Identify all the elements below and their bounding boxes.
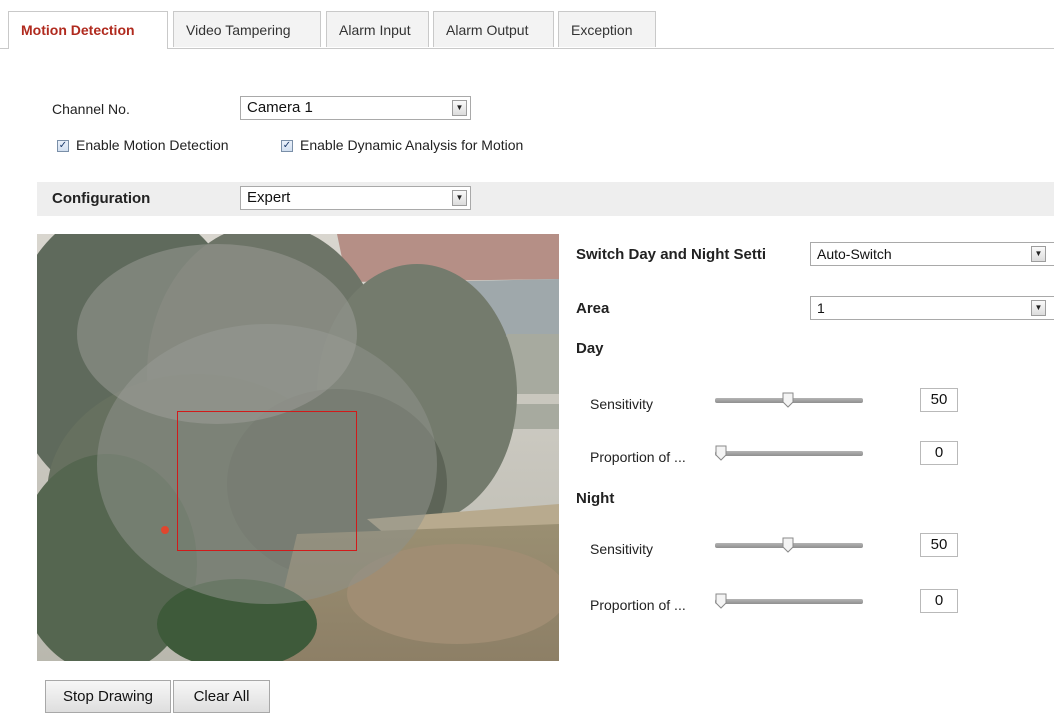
night-sensitivity-slider-thumb[interactable] bbox=[782, 537, 794, 553]
channel-label: Channel No. bbox=[52, 101, 130, 117]
day-proportion-label: Proportion of ... bbox=[590, 449, 686, 465]
night-proportion-label: Proportion of ... bbox=[590, 597, 686, 613]
channel-select-value: Camera 1 bbox=[247, 99, 313, 116]
enable-dynamic-analysis-checkbox[interactable]: ✓ bbox=[281, 140, 293, 152]
night-sensitivity-value[interactable]: 50 bbox=[920, 533, 958, 557]
area-select[interactable]: 1 ▼ bbox=[810, 296, 1054, 320]
enable-motion-checkbox[interactable]: ✓ bbox=[57, 140, 69, 152]
channel-select[interactable]: Camera 1 ▼ bbox=[240, 96, 471, 120]
configuration-label: Configuration bbox=[52, 190, 151, 207]
stop-drawing-button[interactable]: Stop Drawing bbox=[45, 680, 171, 713]
switch-day-night-value: Auto-Switch bbox=[817, 246, 892, 262]
area-select-value: 1 bbox=[817, 300, 825, 316]
night-proportion-slider-thumb[interactable] bbox=[715, 593, 727, 609]
dropdown-arrow-icon[interactable]: ▼ bbox=[452, 190, 467, 206]
night-sensitivity-label: Sensitivity bbox=[590, 541, 654, 557]
night-proportion-slider[interactable] bbox=[715, 599, 863, 604]
clear-all-button[interactable]: Clear All bbox=[173, 680, 270, 713]
configuration-bar bbox=[37, 182, 1054, 216]
day-proportion-value[interactable]: 0 bbox=[920, 441, 958, 465]
day-proportion-slider[interactable] bbox=[715, 451, 863, 456]
dropdown-arrow-icon[interactable]: ▼ bbox=[1031, 246, 1046, 262]
tab-alarm-output[interactable]: Alarm Output bbox=[433, 11, 554, 47]
video-preview[interactable] bbox=[37, 234, 559, 661]
switch-day-night-label: Switch Day and Night Setti bbox=[576, 246, 767, 263]
night-proportion-value[interactable]: 0 bbox=[920, 589, 958, 613]
day-section-title: Day bbox=[576, 340, 604, 357]
dropdown-arrow-icon[interactable]: ▼ bbox=[1031, 300, 1046, 316]
night-section-title: Night bbox=[576, 490, 615, 507]
enable-dynamic-analysis-label: Enable Dynamic Analysis for Motion bbox=[300, 137, 524, 153]
tab-motion-detection[interactable]: Motion Detection bbox=[8, 11, 168, 49]
dropdown-arrow-icon[interactable]: ▼ bbox=[452, 100, 467, 116]
tab-bar: Motion Detection Video Tampering Alarm I… bbox=[0, 0, 1054, 49]
tab-exception[interactable]: Exception bbox=[558, 11, 656, 47]
enable-motion-label: Enable Motion Detection bbox=[76, 137, 229, 153]
day-proportion-slider-thumb[interactable] bbox=[715, 445, 727, 461]
day-sensitivity-slider-thumb[interactable] bbox=[782, 392, 794, 408]
configuration-select-value: Expert bbox=[247, 189, 291, 206]
day-sensitivity-value[interactable]: 50 bbox=[920, 388, 958, 412]
detection-area-rectangle[interactable] bbox=[177, 411, 357, 551]
day-sensitivity-label: Sensitivity bbox=[590, 396, 654, 412]
area-label: Area bbox=[576, 300, 610, 317]
tab-video-tampering[interactable]: Video Tampering bbox=[173, 11, 321, 47]
configuration-select[interactable]: Expert ▼ bbox=[240, 186, 471, 210]
tab-alarm-input[interactable]: Alarm Input bbox=[326, 11, 429, 47]
switch-day-night-select[interactable]: Auto-Switch ▼ bbox=[810, 242, 1054, 266]
